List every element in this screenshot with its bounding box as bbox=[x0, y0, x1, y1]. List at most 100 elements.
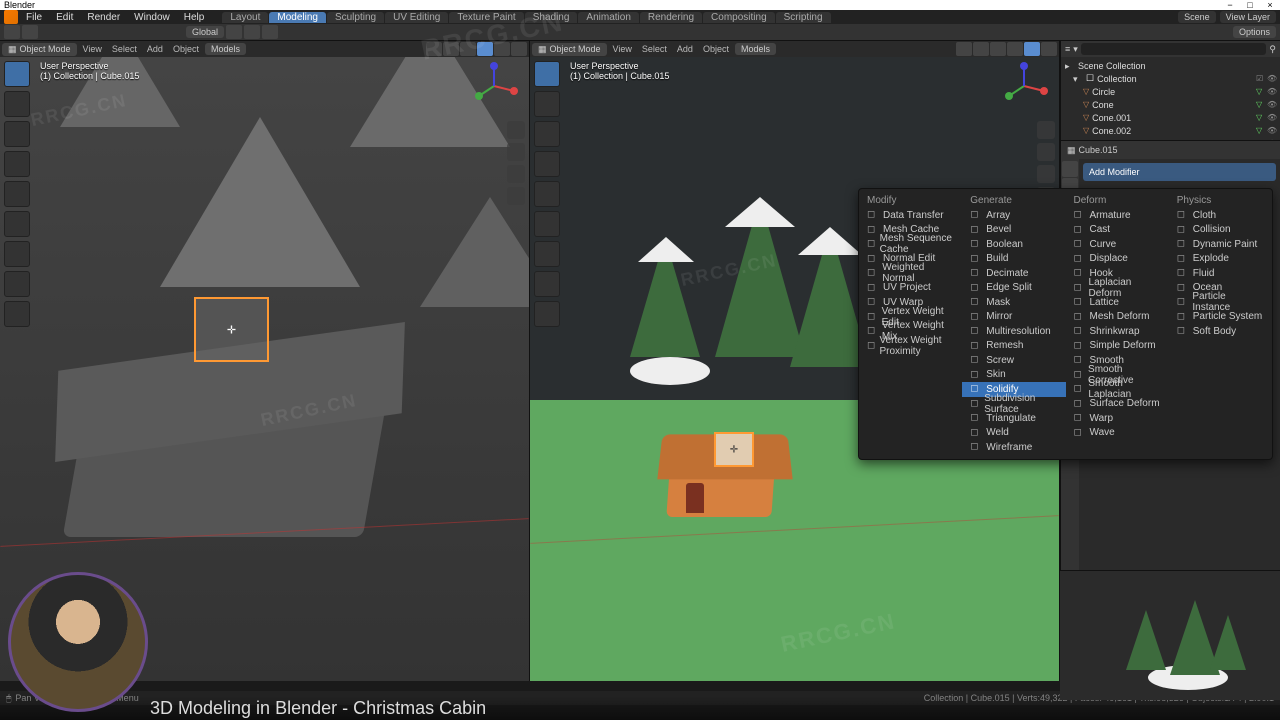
add-modifier-dropdown[interactable]: Add Modifier bbox=[1083, 163, 1276, 181]
modifier-item[interactable]: ◻Mask bbox=[962, 295, 1065, 310]
xray-toggle-icon[interactable] bbox=[443, 42, 459, 56]
tab-texture[interactable]: Texture Paint bbox=[449, 12, 523, 23]
tool-select-box-r[interactable] bbox=[534, 61, 560, 87]
tab-uv[interactable]: UV Editing bbox=[385, 12, 448, 23]
modifier-item[interactable]: ◻Dynamic Paint bbox=[1169, 237, 1272, 252]
tool-transform-r[interactable] bbox=[534, 211, 560, 237]
modifier-item[interactable]: ◻Explode bbox=[1169, 252, 1272, 267]
shading-rendered-icon-r[interactable] bbox=[1041, 42, 1057, 56]
tool-rotate-r[interactable] bbox=[534, 151, 560, 177]
modifier-item[interactable]: ◻Particle Instance bbox=[1169, 295, 1272, 310]
modifier-item[interactable]: ◻Particle System bbox=[1169, 310, 1272, 325]
xray-toggle-icon-r[interactable] bbox=[973, 42, 989, 56]
tool-cursor[interactable] bbox=[4, 91, 30, 117]
tool-annotate-r[interactable] bbox=[534, 241, 560, 267]
snap-icon[interactable] bbox=[244, 25, 260, 39]
tool-transform[interactable] bbox=[4, 211, 30, 237]
tab-compositing[interactable]: Compositing bbox=[703, 12, 775, 23]
modifier-item[interactable]: ◻Wireframe bbox=[962, 440, 1065, 455]
tool-add[interactable] bbox=[4, 301, 30, 327]
overlay-toggle-icon[interactable] bbox=[426, 42, 442, 56]
outliner-tree[interactable]: ▸Scene Collection ▾☐Collection☑👁 ▽Circle… bbox=[1061, 57, 1280, 141]
tool-scale[interactable] bbox=[4, 181, 30, 207]
tool-annotate[interactable] bbox=[4, 241, 30, 267]
tree-row-item[interactable]: ▽Cone▽👁 bbox=[1065, 98, 1276, 111]
nav-gizmo-right[interactable] bbox=[999, 61, 1049, 111]
modifier-item[interactable]: ◻Surface Deform bbox=[1066, 397, 1169, 412]
menu-edit[interactable]: Edit bbox=[50, 12, 79, 23]
menu-file[interactable]: File bbox=[20, 12, 48, 23]
cursor-tool-icon[interactable] bbox=[22, 25, 38, 39]
tool-rotate[interactable] bbox=[4, 151, 30, 177]
modifier-item[interactable]: ◻Wave bbox=[1066, 426, 1169, 441]
viewlayer-field[interactable]: View Layer bbox=[1220, 11, 1276, 23]
tool-measure[interactable] bbox=[4, 271, 30, 297]
modifier-item[interactable]: ◻Simple Deform bbox=[1066, 339, 1169, 354]
tree-row-scene[interactable]: ▸Scene Collection bbox=[1065, 59, 1276, 72]
tool-move[interactable] bbox=[4, 121, 30, 147]
shading-material-icon-r[interactable] bbox=[1024, 42, 1040, 56]
modifier-item[interactable]: ◻Soft Body bbox=[1169, 324, 1272, 339]
mode-dropdown-left[interactable]: ▦ Object Mode bbox=[2, 43, 77, 56]
pan-icon-r[interactable] bbox=[1037, 143, 1055, 161]
modifier-item[interactable]: ◻Mesh Sequence Cache bbox=[859, 237, 962, 252]
shading-solid-icon-r[interactable] bbox=[1007, 42, 1023, 56]
modifier-item[interactable]: ◻Multiresolution bbox=[962, 324, 1065, 339]
tree-row-item[interactable]: ▽Cone.002▽👁 bbox=[1065, 124, 1276, 137]
modifier-item[interactable]: ◻Subdivision Surface bbox=[962, 397, 1065, 412]
options-dropdown[interactable]: Options bbox=[1233, 26, 1276, 38]
shading-wireframe-icon-r[interactable] bbox=[990, 42, 1006, 56]
tool-measure-r[interactable] bbox=[534, 271, 560, 297]
minimize-icon[interactable]: − bbox=[1224, 0, 1236, 10]
viewport-menu-add-right[interactable]: Add bbox=[673, 44, 697, 54]
modifier-item[interactable]: ◻Edge Split bbox=[962, 281, 1065, 296]
modifier-item[interactable]: ◻Fluid bbox=[1169, 266, 1272, 281]
tree-row-item[interactable]: ▽Cone.001▽👁 bbox=[1065, 111, 1276, 124]
modifier-item[interactable]: ◻Laplacian Deform bbox=[1066, 281, 1169, 296]
modifier-item[interactable]: ◻Array bbox=[962, 208, 1065, 223]
outliner-search[interactable] bbox=[1081, 43, 1267, 55]
modifier-item[interactable]: ◻Bevel bbox=[962, 223, 1065, 238]
tool-cursor-r[interactable] bbox=[534, 91, 560, 117]
overlay-toggle-icon-r[interactable] bbox=[956, 42, 972, 56]
modifier-item[interactable]: ◻Cast bbox=[1066, 223, 1169, 238]
modifier-item[interactable]: ◻Vertex Weight Proximity bbox=[859, 339, 962, 354]
pivot-icon[interactable] bbox=[226, 25, 242, 39]
viewport-menu-view-left[interactable]: View bbox=[79, 44, 106, 54]
maximize-icon[interactable]: □ bbox=[1244, 0, 1256, 10]
modifier-item[interactable]: ◻Remesh bbox=[962, 339, 1065, 354]
modifier-item[interactable]: ◻Collision bbox=[1169, 223, 1272, 238]
zoom-icon[interactable] bbox=[507, 121, 525, 139]
modifier-item[interactable]: ◻Mesh Deform bbox=[1066, 310, 1169, 325]
modifier-item[interactable]: ◻Skin bbox=[962, 368, 1065, 383]
pivot-dropdown-right[interactable]: Models bbox=[735, 43, 776, 55]
close-icon[interactable]: × bbox=[1264, 0, 1276, 10]
modifier-item[interactable]: ◻Curve bbox=[1066, 237, 1169, 252]
modifier-item[interactable]: ◻Build bbox=[962, 252, 1065, 267]
filter-toggle-icon[interactable]: ⚲ bbox=[1269, 44, 1276, 55]
modifier-item[interactable]: ◻Boolean bbox=[962, 237, 1065, 252]
shading-wireframe-icon[interactable] bbox=[460, 42, 476, 56]
viewport-menu-select-right[interactable]: Select bbox=[638, 44, 671, 54]
tab-scripting[interactable]: Scripting bbox=[776, 12, 831, 23]
viewport-menu-object-right[interactable]: Object bbox=[699, 44, 733, 54]
tool-select-box[interactable] bbox=[4, 61, 30, 87]
viewport-menu-select-left[interactable]: Select bbox=[108, 44, 141, 54]
perspective-icon[interactable] bbox=[507, 187, 525, 205]
shading-solid-icon[interactable] bbox=[477, 42, 493, 56]
modifier-item[interactable]: ◻Mirror bbox=[962, 310, 1065, 325]
scene-field[interactable]: Scene bbox=[1178, 11, 1216, 23]
tool-move-r[interactable] bbox=[534, 121, 560, 147]
modifier-item[interactable]: ◻Shrinkwrap bbox=[1066, 324, 1169, 339]
viewport-menu-view-right[interactable]: View bbox=[609, 44, 636, 54]
tool-scale-r[interactable] bbox=[534, 181, 560, 207]
shading-rendered-icon[interactable] bbox=[511, 42, 527, 56]
modifier-item[interactable]: ◻Displace bbox=[1066, 252, 1169, 267]
modifier-item[interactable]: ◻Weighted Normal bbox=[859, 266, 962, 281]
pan-icon[interactable] bbox=[507, 143, 525, 161]
proportional-icon[interactable] bbox=[262, 25, 278, 39]
tab-sculpting[interactable]: Sculpting bbox=[327, 12, 384, 23]
tab-rendering[interactable]: Rendering bbox=[640, 12, 702, 23]
modifier-item[interactable]: ◻Armature bbox=[1066, 208, 1169, 223]
modifier-item[interactable]: ◻Warp bbox=[1066, 411, 1169, 426]
